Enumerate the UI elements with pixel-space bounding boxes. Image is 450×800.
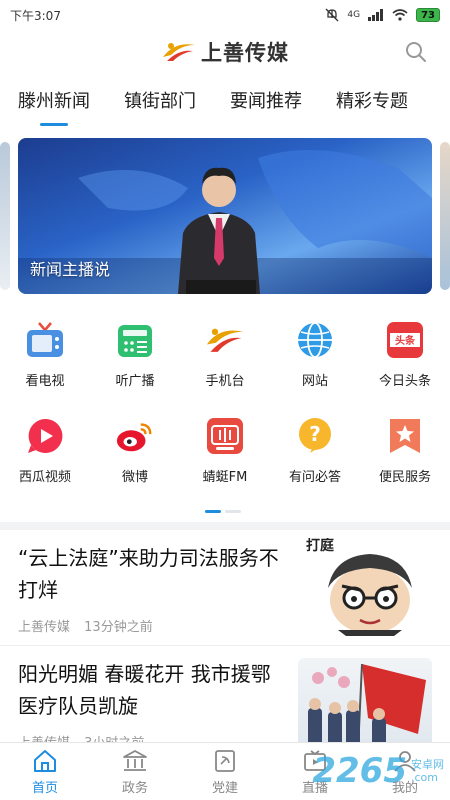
toutiao-icon: 头条: [387, 322, 423, 358]
shortcut-grid: 看电视 听广播 手机台 网站 头条 今日头条 西瓜视频 微博 蜻蜓FM ? 有问…: [0, 320, 450, 512]
app-name: 上善传媒: [201, 41, 289, 65]
nav-label: 党建: [211, 781, 238, 796]
shortcut-row-2: 西瓜视频 微博 蜻蜓FM ? 有问必答 便民服务: [0, 416, 450, 512]
shanshan-logo-icon: [206, 328, 244, 352]
signal-label: 4G: [347, 10, 361, 20]
home-icon: [34, 750, 56, 772]
nav-label: 首页: [31, 781, 58, 796]
qingting-fm-icon: [207, 418, 243, 454]
shortcut-toutiao[interactable]: 头条 今日头条: [360, 320, 450, 416]
shortcut-label: 网站: [301, 374, 328, 389]
page-dot: [225, 510, 241, 513]
government-icon: [123, 750, 147, 771]
section-divider: [0, 522, 450, 530]
shortcut-label: 听广播: [115, 374, 155, 389]
watermark-label: 安卓网: [411, 758, 444, 771]
watermark-number: 2265: [312, 751, 407, 791]
banner-next-peek[interactable]: [440, 142, 450, 290]
page-dot-active: [205, 510, 221, 513]
tab-tengzhou-news[interactable]: 滕州新闻: [18, 80, 90, 126]
status-time: 下午3:07: [10, 8, 61, 23]
shortcut-xigua-video[interactable]: 西瓜视频: [0, 416, 90, 512]
nav-label: 政务: [121, 781, 148, 796]
search-icon[interactable]: [404, 40, 428, 64]
news-title[interactable]: “云上法庭”来助力司法服务不打烊: [18, 542, 283, 606]
svg-text:头条: 头条: [395, 334, 416, 347]
category-tabs: 滕州新闻 镇街部门 要闻推荐 精彩专题: [0, 80, 450, 126]
news-thumbnail[interactable]: 打庭: [298, 538, 432, 636]
shortcut-mobile-station[interactable]: 手机台: [180, 320, 270, 416]
shortcut-label: 手机台: [205, 374, 245, 389]
banner-prev-peek[interactable]: [0, 142, 10, 290]
shortcut-watch-tv[interactable]: 看电视: [0, 320, 90, 416]
battery-icon: 73: [416, 8, 440, 22]
tab-special-topics[interactable]: 精彩专题: [336, 80, 408, 126]
xigua-video-icon: [28, 418, 63, 453]
banner-carousel[interactable]: 新闻主播说: [0, 138, 450, 294]
shortcut-qingting-fm[interactable]: 蜻蜓FM: [180, 416, 270, 512]
grid-page-indicator: [205, 510, 241, 513]
signal-icon: [368, 9, 384, 21]
shortcut-label: 有问必答: [288, 470, 341, 485]
nav-home[interactable]: 首页: [0, 743, 90, 800]
app-header: 上善传媒: [0, 30, 450, 74]
shortcut-row-1: 看电视 听广播 手机台 网站 头条 今日头条: [0, 320, 450, 416]
tab-headlines[interactable]: 要闻推荐: [230, 80, 302, 126]
shortcut-qa[interactable]: ? 有问必答: [270, 416, 360, 512]
banner-slide[interactable]: 新闻主播说: [18, 138, 432, 294]
weibo-icon: [116, 423, 152, 452]
globe-icon: [298, 322, 332, 358]
news-item[interactable]: 阳光明媚 春暖花开 我市援鄂医疗队员凯旋 上善传媒 3小时之前: [0, 646, 450, 751]
app-logo: 上善传媒: [161, 37, 289, 67]
status-bar: 下午3:07 4G 73: [0, 0, 450, 30]
svg-text:打庭: 打庭: [306, 538, 335, 554]
nav-government[interactable]: 政务: [90, 743, 180, 800]
news-meta: 上善传媒 13分钟之前: [18, 616, 153, 635]
shanshan-logo-icon: [163, 43, 195, 61]
mute-icon: [325, 8, 339, 22]
shortcut-listen-radio[interactable]: 听广播: [90, 320, 180, 416]
banner-caption: 新闻主播说: [30, 260, 111, 279]
wifi-icon: [392, 9, 408, 21]
party-building-icon: [215, 750, 235, 772]
tv-icon: [27, 322, 63, 357]
shortcut-weibo[interactable]: 微博: [90, 416, 180, 512]
medical-team-photo: [308, 663, 426, 750]
nav-party-building[interactable]: 党建: [180, 743, 270, 800]
shortcut-label: 今日头条: [378, 374, 431, 389]
shortcut-website[interactable]: 网站: [270, 320, 360, 416]
radio-icon: [118, 325, 152, 357]
shortcut-label: 看电视: [25, 374, 65, 389]
site-watermark: 2265 安卓网 .com: [312, 742, 444, 800]
question-icon: ?: [299, 418, 331, 453]
cartoon-judge-image: 打庭: [306, 538, 412, 636]
news-item[interactable]: “云上法庭”来助力司法服务不打烊 上善传媒 13分钟之前 打庭: [0, 530, 450, 646]
news-time: 13分钟之前: [84, 620, 153, 635]
shortcut-label: 微博: [121, 470, 148, 485]
shortcut-label: 西瓜视频: [18, 470, 71, 485]
watermark-domain: .com: [411, 771, 438, 784]
news-thumbnail[interactable]: [298, 658, 432, 750]
shortcut-label: 蜻蜓FM: [202, 470, 248, 485]
shortcut-label: 便民服务: [378, 470, 431, 485]
news-title[interactable]: 阳光明媚 春暖花开 我市援鄂医疗队员凯旋: [18, 658, 283, 722]
service-star-icon: [390, 419, 420, 453]
news-source: 上善传媒: [18, 620, 71, 635]
svg-text:?: ?: [309, 422, 321, 446]
tab-town-departments[interactable]: 镇街部门: [124, 80, 196, 126]
shortcut-public-service[interactable]: 便民服务: [360, 416, 450, 512]
